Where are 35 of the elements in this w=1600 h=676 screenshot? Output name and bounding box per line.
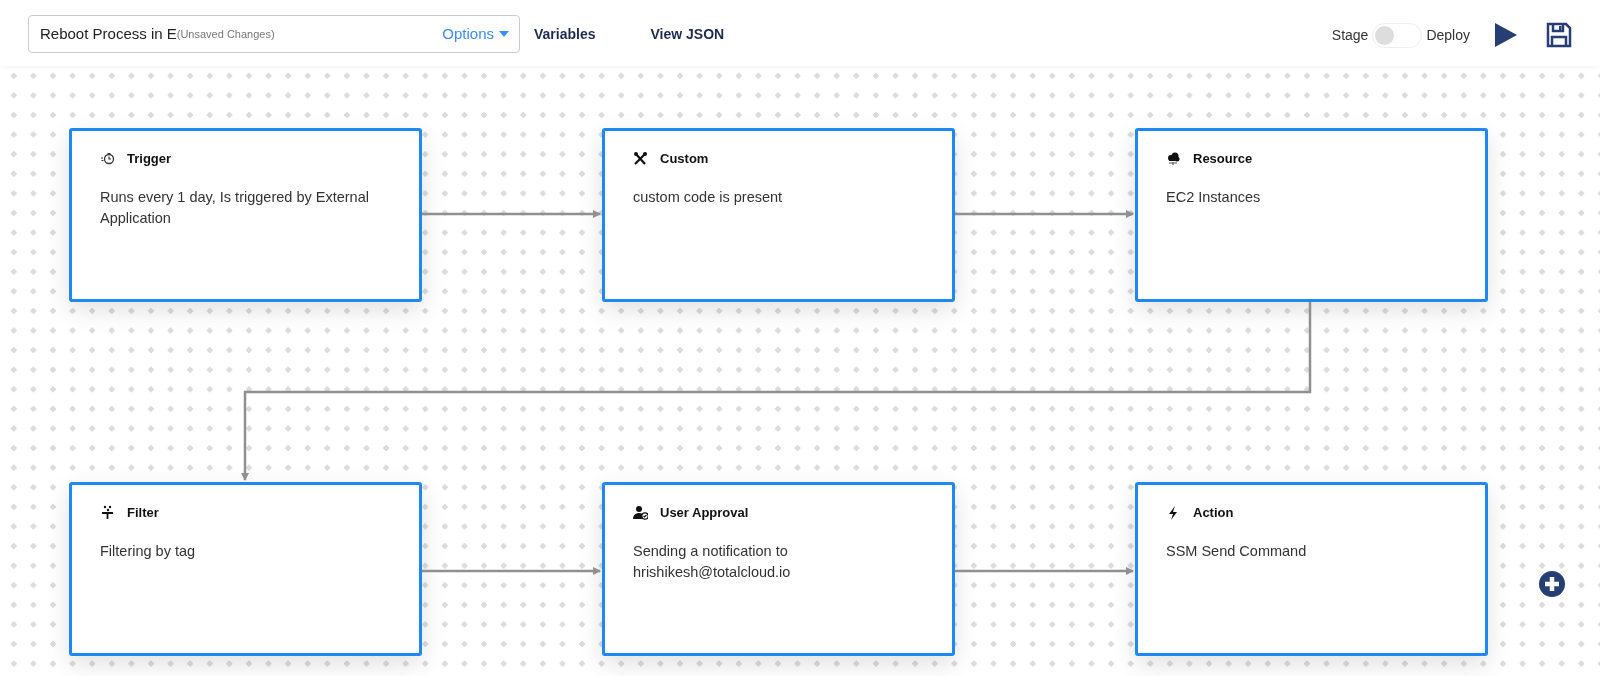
view-json-link[interactable]: View JSON [650, 24, 725, 45]
workflow-node[interactable]: User Approval Sending a notification to hrishikesh@totalcloud.io [602, 482, 955, 656]
node-title: Action [1193, 504, 1234, 522]
node-title: Trigger [127, 150, 172, 168]
node-description: Sending a notification to hrishikesh@totalcloud.io [633, 541, 792, 582]
workflow-node[interactable]: Custom custom code is present [602, 128, 955, 302]
workflow-name-field[interactable]: Reboot Process in E(Unsaved Changes) Options [28, 15, 520, 53]
user-check-icon [633, 505, 648, 521]
workflow-node[interactable]: Trigger Runs every 1 day, Is triggered by External Application [69, 128, 422, 302]
workflow-node[interactable]: Resource EC2 Instances [1135, 128, 1488, 302]
filter-icon [100, 505, 115, 521]
node-description: EC2 Instances [1166, 187, 1262, 207]
variables-link[interactable]: Variables [534, 24, 596, 45]
tools-icon [633, 151, 648, 167]
caret-icon [499, 31, 509, 37]
play-icon[interactable] [1494, 22, 1518, 48]
workflow-node[interactable]: Filter Filtering by tag [69, 482, 422, 656]
stage-label: Stage [1331, 25, 1369, 45]
node-description: SSM Send Command [1166, 541, 1308, 561]
node-description: custom code is present [633, 187, 784, 207]
stage-deploy-toggle[interactable] [1372, 22, 1423, 48]
cloud-icon [1166, 151, 1181, 167]
node-title: Custom [660, 150, 709, 168]
unsaved-changes-note: (Unsaved Changes) [176, 26, 275, 42]
stopwatch-icon [100, 151, 115, 167]
node-title: Resource [1193, 150, 1253, 168]
node-title: Filter [127, 504, 159, 522]
workflow-name: Reboot Process in E [40, 23, 177, 44]
node-title: User Approval [660, 504, 749, 522]
deploy-label: Deploy [1426, 25, 1470, 45]
workflow-node[interactable]: Action SSM Send Command [1135, 482, 1488, 656]
node-description: Filtering by tag [100, 541, 197, 561]
node-description: Runs every 1 day, Is triggered by External Application [100, 187, 370, 228]
save-icon[interactable] [1546, 22, 1572, 48]
add-node-button[interactable] [1539, 571, 1565, 597]
